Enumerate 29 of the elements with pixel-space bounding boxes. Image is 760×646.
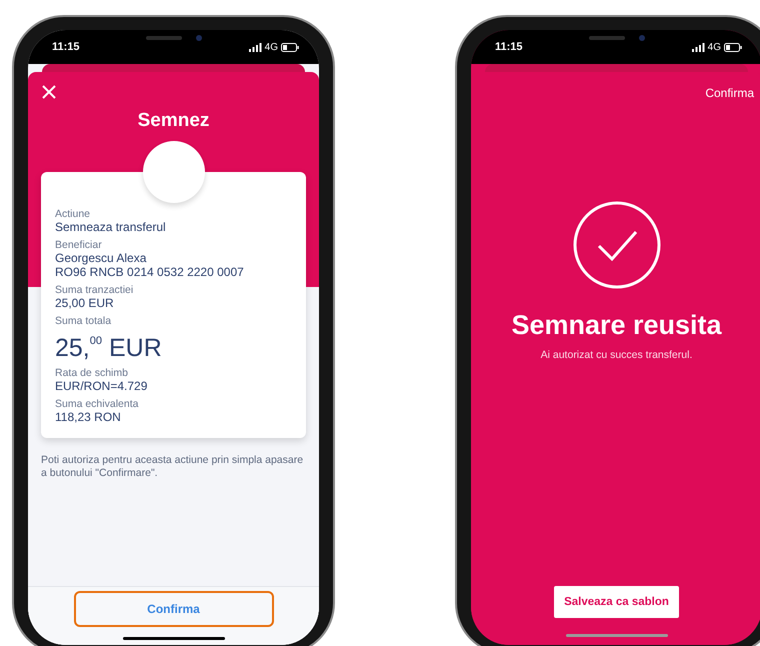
- field-label: Suma tranzactiei: [55, 284, 134, 296]
- field-value: EUR/RON=4.729: [55, 379, 148, 393]
- check-circle-icon: [572, 200, 662, 290]
- field-value: RO96 RNCB 0214 0532 2220 0007: [55, 265, 245, 279]
- status-time: 11:15: [495, 41, 523, 53]
- success-message: Ai autorizat cu succes transferul.: [540, 349, 692, 361]
- field-label: Suma echivalenta: [55, 398, 140, 410]
- field-value: 25,00 EUR: [55, 296, 115, 310]
- field-label: Beneficiar: [55, 239, 103, 251]
- signal-icon: [692, 42, 705, 52]
- total-amount: 25,$^{00}$ EUR: [55, 333, 163, 362]
- field-value: Semneaza transferul: [55, 220, 167, 234]
- network-label: 4G: [708, 42, 721, 52]
- field-label: Rata de schimb: [55, 367, 129, 379]
- signal-icon: [248, 42, 262, 52]
- network-label: 4G: [264, 42, 278, 52]
- info-text: Poti autoriza pentru aceasta actiune prin simpla apasare a butonului "Confirmare".: [41, 454, 304, 480]
- sheet-title: Semnez: [136, 110, 210, 132]
- status-time: 11:15: [52, 41, 80, 53]
- battery-icon: [281, 42, 299, 52]
- success-title: Semnare reusita: [511, 310, 722, 341]
- field-label: Suma totala: [55, 315, 112, 327]
- field-value: 118,23 RON: [55, 410, 122, 424]
- battery-icon: [724, 42, 742, 52]
- field-label: Actiune: [55, 208, 92, 220]
- field-value: Georgescu Alexa: [55, 251, 148, 265]
- save-template-button[interactable]: Salveaza ca sablon: [554, 586, 679, 618]
- confirm-link[interactable]: Confirma: [705, 86, 754, 100]
- confirm-button[interactable]: Confirma: [74, 591, 274, 627]
